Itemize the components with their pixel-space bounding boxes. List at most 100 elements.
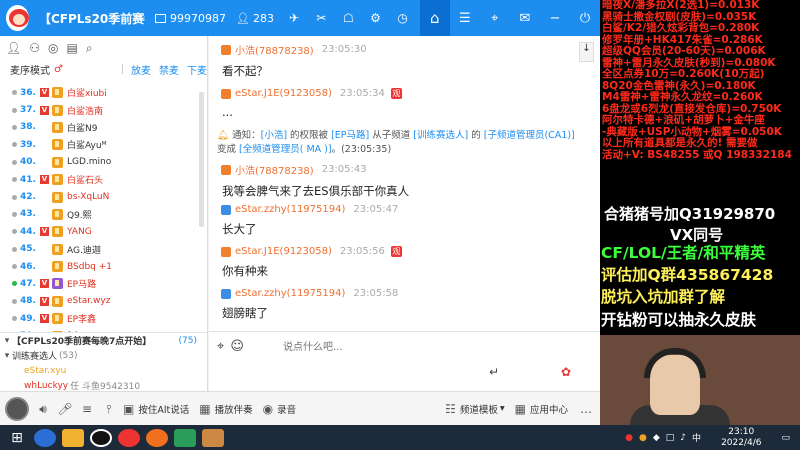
status-dot [12,246,17,252]
tab-message[interactable]: ✉︎ [510,0,540,36]
mic-settings-icon[interactable]: ⫯ [101,401,117,417]
mic-icon[interactable]: 🎤︎ [57,401,73,417]
message-time: 23:05:58 [353,288,399,299]
app-icon[interactable] [62,428,84,447]
send-icon[interactable]: ↵ [489,365,499,379]
channel-item[interactable]: eStar.xyu [0,363,207,378]
list-item[interactable]: 46. BSdbq +1 [0,258,205,275]
close-button[interactable]: ⏻ [570,0,600,36]
channel-item[interactable]: ▾ 【CFPLs20季前赛每晚7点开始】 (75) [0,333,207,348]
tab-home[interactable]: ⌂ [419,0,450,36]
drop-mic-link[interactable]: 下麦 [187,62,207,77]
mic-icon[interactable]: ♂ [54,64,63,75]
mixer-icon[interactable]: ≡ [79,401,95,417]
netease-icon[interactable] [118,428,140,447]
tab-game[interactable]: ⌖ [480,0,510,36]
message-header: eStar.J1E(9123058) 23:05:34 观 [221,88,591,99]
app-center[interactable]: ▦ 应用中心 [515,402,568,416]
table-app-icon[interactable] [174,428,196,447]
list-item[interactable]: 36. V 白鲨xiubi [0,84,205,101]
sender-name[interactable]: eStar.zzhy(11975194) [235,288,345,299]
list-item[interactable]: 43. Q9.熙 [0,206,205,223]
status-dot [12,177,17,183]
flower-icon[interactable]: ✿ [561,365,571,379]
push-to-talk[interactable]: ▣ 按住Alt说话 [123,402,189,416]
minimize-button[interactable]: − [540,0,570,36]
status-dot [12,281,17,287]
gamepad-icon[interactable]: ⌖ [217,339,224,354]
user-list-scrollbar[interactable] [199,92,204,227]
tray-icon[interactable]: ● [625,433,633,443]
avatar[interactable] [5,396,29,421]
list-item[interactable]: 48. VeStar.wyz [0,293,205,310]
list-item[interactable]: 45. AG.迪迦 [0,241,205,258]
chevron-down-icon[interactable]: ▾ [2,351,12,361]
network-icon[interactable]: □ [666,433,675,443]
voice-chat-app: 【CFPLs20季前赛每晚7... 99970987 👤︎283 ✈︎ ✂︎ ☖… [0,0,600,425]
group-icon[interactable]: ⚇ [29,41,40,55]
release-mic-link[interactable]: 放麦 [131,62,151,77]
status-dot [12,90,17,96]
mute-mic-link[interactable]: 禁麦 [159,62,179,77]
promo-line: 超级QQ会员(20-60天)=0.006K [602,45,766,57]
emoji-icon[interactable]: ☺︎ [230,339,244,354]
list-item[interactable]: 42. bs-XqLuN [0,188,205,205]
list-item[interactable]: 40. LGD.mino [0,154,205,171]
user-name: bs-XqLuN [67,192,110,203]
record[interactable]: ◉ 录音 [263,402,297,416]
notice-user-1[interactable]: [小浩] [261,130,287,141]
clock[interactable]: 23:10 2022/4/6 [721,427,761,449]
sender-name[interactable]: eStar.zzhy(11975194) [235,204,345,215]
volume-icon[interactable]: 🔊︎ [35,401,51,417]
sender-name[interactable]: 小浩(78878238) [235,162,314,177]
status-dot [12,124,17,130]
location-icon[interactable]: ◎ [48,41,58,55]
chat-input[interactable] [279,335,579,359]
tray-icon[interactable]: ● [639,433,647,443]
notice-channel[interactable]: [训练赛选人] [413,130,468,141]
notice-time: 。(23:05:35) [331,144,392,155]
chevron-down-icon[interactable]: ▾ [2,336,12,346]
promo-line: 暗夜X/潘多拉X(2选1)=0.013K [602,0,760,11]
channel-template[interactable]: ☷ 频道模板 ▾ [445,402,505,416]
windows-start-icon[interactable]: ⊞ [6,429,28,447]
shirt-icon[interactable]: ☖ [341,11,355,25]
mode-select[interactable]: 麦序模式 [10,62,50,77]
list-item[interactable]: 49. V EP李鑫 [0,310,205,327]
clock-icon[interactable]: ◷ [396,11,410,25]
shield-icon[interactable]: ◆ [653,433,660,443]
accompaniment[interactable]: ▦ 播放伴奏 [199,402,252,416]
bottom-bar: 🔊︎ 🎤︎ ≡ ⫯ ▣ 按住Alt说话 ▦ 播放伴奏 ◉ 录音 ☷ 频道模板 ▾ ▦ 应用中… [0,391,600,425]
more-icon[interactable]: … [578,401,594,417]
volume-icon[interactable]: ♪ [680,433,686,443]
scissors-icon[interactable]: ✂︎ [314,11,328,25]
lang-indicator[interactable]: 中 [692,431,701,444]
user-name: AG.迪迦 [67,245,101,256]
game-icon[interactable] [146,428,168,447]
app-center-label: 应用中心 [529,404,568,416]
level-icon [52,261,63,273]
promo-games: CF/LOL/王者/和平精英 [601,244,766,262]
notice-user-2[interactable]: [EP马路] [331,130,369,141]
list-item[interactable]: 38. 白鲨N9 [0,119,205,136]
kuku-icon[interactable] [202,428,224,447]
sender-name[interactable]: eStar.J1E(9123058) [235,246,332,257]
channel-item[interactable]: ▾ 训练赛选人 (53) [0,348,207,363]
settings-icon[interactable]: ⚙︎ [368,11,382,25]
search-icon[interactable]: ⌕ [86,41,93,56]
list-item[interactable]: 37. V 白鲨浩南 [0,101,205,118]
sender-name[interactable]: 小浩(78878238) [235,42,314,57]
clipboard-icon[interactable]: ▤ [66,41,77,55]
sender-name[interactable]: eStar.J1E(9123058) [235,88,332,99]
plane-icon[interactable]: ✈︎ [287,11,301,25]
notification-icon[interactable]: ▭ [781,433,790,443]
obs-icon[interactable] [90,428,112,447]
user-icon[interactable]: 👤︎ [6,41,21,55]
list-item[interactable]: 41. V 白鲨石头 [0,171,205,188]
tab-list[interactable]: ☰ [450,0,480,36]
list-item[interactable]: 39. 白鲨Ayuᴹ [0,136,205,153]
list-item[interactable]: 47. V EP马路 [0,275,205,292]
browser-icon[interactable] [34,428,56,447]
list-item[interactable]: 44. V YANG [0,223,205,240]
user-name: 白鲨浩南 [67,106,104,117]
